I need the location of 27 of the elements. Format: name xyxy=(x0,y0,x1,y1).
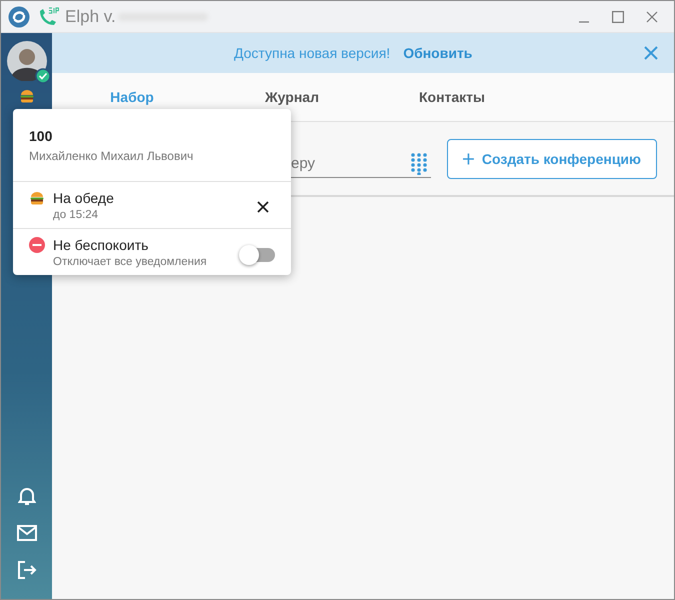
burger-icon xyxy=(29,190,45,206)
no-entry-icon xyxy=(29,237,45,253)
extension-number: 100 xyxy=(29,128,54,144)
update-link[interactable]: Обновить xyxy=(403,45,472,61)
window-title: Elph v. xyxy=(65,6,116,26)
bell-icon[interactable] xyxy=(18,486,36,506)
tab[interactable]: Журнал xyxy=(265,89,319,105)
dnd-toggle[interactable] xyxy=(241,248,275,262)
logout-icon[interactable] xyxy=(16,560,36,580)
tab[interactable]: Набор xyxy=(110,89,154,105)
burger-icon xyxy=(18,88,34,104)
sip-phone-icon xyxy=(37,6,59,28)
tab[interactable]: Контакты xyxy=(418,89,485,105)
create-conference-button[interactable]: Создать конференцию xyxy=(447,138,657,178)
maximize-icon[interactable] xyxy=(612,10,624,22)
update-message: Доступна новая версия! xyxy=(234,45,390,61)
dialpad-icon[interactable] xyxy=(411,152,427,174)
dnd-description: Отключает все уведомления xyxy=(53,256,208,268)
app-logo-icon xyxy=(8,6,30,28)
mail-icon[interactable] xyxy=(16,525,36,541)
status-until: до 15:24 xyxy=(53,209,100,221)
status-label: На обеде xyxy=(53,190,115,206)
plus-icon xyxy=(463,152,474,166)
close-icon[interactable] xyxy=(257,201,269,213)
avatar[interactable] xyxy=(6,41,46,81)
dnd-label: Не беспокоить xyxy=(53,237,150,253)
user-name: Михайленко Михаил Львович xyxy=(29,149,194,163)
